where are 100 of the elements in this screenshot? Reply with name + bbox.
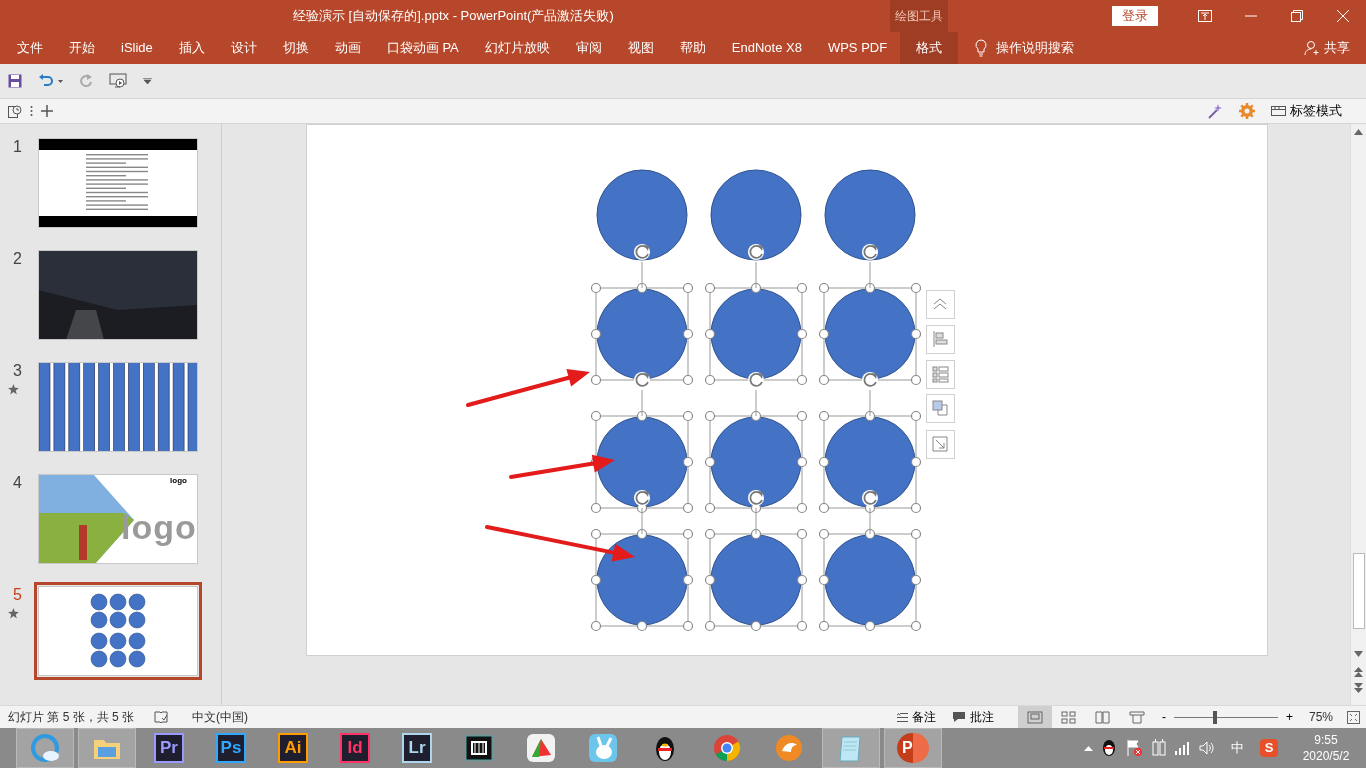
selection-frame[interactable] bbox=[704, 528, 808, 632]
ribbon-tab[interactable]: 切换 bbox=[269, 32, 322, 64]
ribbon-tab[interactable]: 动画 bbox=[321, 32, 374, 64]
selection-frame[interactable] bbox=[590, 410, 694, 514]
rotation-handle[interactable] bbox=[634, 372, 650, 417]
input-method-indicator[interactable]: 中 bbox=[1231, 738, 1244, 758]
notes-button[interactable]: 备注 bbox=[911, 708, 936, 726]
ribbon-tab[interactable]: 开始 bbox=[56, 32, 108, 64]
clock-date[interactable]: 2020/5/2 bbox=[1294, 748, 1358, 764]
chrome-icon[interactable] bbox=[712, 733, 742, 763]
flag-error-icon[interactable] bbox=[1125, 739, 1143, 757]
zoom-slider-thumb[interactable] bbox=[1213, 710, 1218, 724]
circle-shape[interactable] bbox=[824, 534, 916, 626]
film-icon[interactable] bbox=[464, 733, 494, 763]
undo-icon[interactable] bbox=[38, 74, 54, 88]
zoom-level-text[interactable]: 75% bbox=[1308, 708, 1333, 726]
selection-frame[interactable] bbox=[818, 282, 922, 386]
ribbon-tab[interactable]: 设计 bbox=[217, 32, 270, 64]
circle-shape[interactable] bbox=[824, 416, 916, 508]
previous-slide-icon[interactable] bbox=[1354, 667, 1363, 677]
fit-slide-icon[interactable] bbox=[1347, 710, 1360, 724]
rotation-handle[interactable] bbox=[748, 244, 764, 289]
share-button[interactable]: 共享 bbox=[1324, 32, 1350, 64]
selection-frame[interactable] bbox=[704, 282, 808, 386]
lightbulb-icon[interactable] bbox=[974, 39, 989, 57]
ribbon-tab[interactable]: 视图 bbox=[614, 32, 667, 64]
clock-time[interactable]: 9:55 bbox=[1294, 732, 1358, 748]
rotation-handle[interactable] bbox=[748, 372, 764, 417]
save-icon[interactable] bbox=[8, 74, 22, 88]
customize-caret-icon[interactable] bbox=[143, 78, 152, 84]
circle-shape[interactable] bbox=[710, 169, 802, 261]
comments-button[interactable]: 批注 bbox=[969, 708, 994, 726]
slide-thumbnail[interactable] bbox=[34, 582, 202, 680]
app-icon[interactable]: Id bbox=[340, 733, 370, 763]
penguin-icon[interactable] bbox=[1101, 739, 1117, 757]
fox-icon[interactable] bbox=[774, 733, 804, 763]
circle-shape[interactable] bbox=[824, 288, 916, 380]
caret-icon[interactable] bbox=[58, 79, 63, 83]
rotation-handle[interactable] bbox=[634, 244, 650, 289]
circle-shape[interactable] bbox=[710, 288, 802, 380]
rotation-handle[interactable] bbox=[862, 372, 878, 417]
add-icon[interactable] bbox=[41, 105, 53, 117]
language-indicator[interactable]: 中文(中国) bbox=[192, 708, 249, 726]
volume-icon[interactable] bbox=[1199, 741, 1215, 755]
restore-icon[interactable] bbox=[1291, 10, 1303, 22]
more-icon[interactable] bbox=[30, 105, 33, 117]
zoom-out-button[interactable]: - bbox=[1161, 708, 1166, 726]
ribbon-tab[interactable]: 格式 bbox=[900, 32, 959, 64]
sogou-input-icon[interactable]: S bbox=[1260, 739, 1278, 757]
power-plug-icon[interactable] bbox=[1151, 739, 1167, 757]
powerpoint-icon[interactable]: P bbox=[897, 733, 929, 763]
circle-shape[interactable] bbox=[824, 169, 916, 261]
selection-frame[interactable] bbox=[818, 410, 922, 514]
tab-mode-icon[interactable] bbox=[1271, 106, 1286, 116]
ribbon-tab[interactable]: EndNote X8 bbox=[718, 32, 815, 64]
tell-me-search[interactable]: 操作说明搜索 bbox=[996, 38, 1075, 58]
slide-clock-icon[interactable] bbox=[8, 104, 22, 118]
slideshow-view-icon[interactable] bbox=[1128, 710, 1145, 724]
ribbon-tab[interactable]: 插入 bbox=[165, 32, 218, 64]
umbrella-app-icon[interactable] bbox=[526, 733, 556, 763]
close-icon[interactable] bbox=[1337, 10, 1349, 22]
reading-view-icon[interactable] bbox=[1094, 710, 1111, 724]
browser-icon[interactable] bbox=[30, 733, 60, 763]
ribbon-tab[interactable]: iSlide bbox=[108, 32, 166, 64]
circle-shape[interactable] bbox=[710, 416, 802, 508]
selection-frame[interactable] bbox=[818, 528, 922, 632]
ribbon-tab[interactable]: 幻灯片放映 bbox=[471, 32, 563, 64]
app-icon[interactable]: Lr bbox=[402, 733, 432, 763]
chevron-up-icon[interactable] bbox=[1084, 745, 1093, 751]
ribbon-tab[interactable]: WPS PDF bbox=[814, 32, 901, 64]
magic-wand-icon[interactable] bbox=[1207, 103, 1223, 119]
circle-shape[interactable] bbox=[596, 169, 688, 261]
rotation-handle[interactable] bbox=[634, 490, 650, 535]
app-icon[interactable]: Ai bbox=[278, 733, 308, 763]
rabbit-app-icon[interactable] bbox=[588, 733, 618, 763]
ribbon-tab[interactable]: 文件 bbox=[4, 32, 56, 64]
ribbon-display-icon[interactable] bbox=[1198, 10, 1212, 22]
zoom-in-button[interactable]: + bbox=[1285, 708, 1293, 726]
app-icon[interactable]: Pr bbox=[154, 733, 184, 763]
circle-shape[interactable] bbox=[596, 288, 688, 380]
scroll-down-icon[interactable] bbox=[1354, 651, 1363, 657]
signal-icon[interactable] bbox=[1175, 741, 1191, 755]
app-icon[interactable]: Ps bbox=[216, 733, 246, 763]
rotation-handle[interactable] bbox=[862, 490, 878, 535]
slideshow-icon[interactable] bbox=[109, 73, 127, 89]
selection-frame[interactable] bbox=[590, 282, 694, 386]
next-slide-icon[interactable] bbox=[1354, 683, 1363, 693]
login-button[interactable]: 登录 bbox=[1112, 6, 1158, 26]
circle-shape[interactable] bbox=[596, 416, 688, 508]
ribbon-tab[interactable]: 口袋动画 PA bbox=[373, 32, 472, 64]
ribbon-tab[interactable]: 审阅 bbox=[562, 32, 615, 64]
scrollbar-thumb[interactable] bbox=[1352, 552, 1365, 629]
spell-check-icon[interactable] bbox=[154, 711, 169, 723]
rotation-handle[interactable] bbox=[862, 244, 878, 289]
tab-mode-button[interactable]: 标签模式 bbox=[1290, 101, 1342, 121]
selection-frame[interactable] bbox=[590, 528, 694, 632]
selection-frame[interactable] bbox=[704, 410, 808, 514]
slide-sorter-icon[interactable] bbox=[1060, 710, 1077, 724]
ribbon-tab[interactable]: 帮助 bbox=[666, 32, 719, 64]
circle-shape[interactable] bbox=[710, 534, 802, 626]
